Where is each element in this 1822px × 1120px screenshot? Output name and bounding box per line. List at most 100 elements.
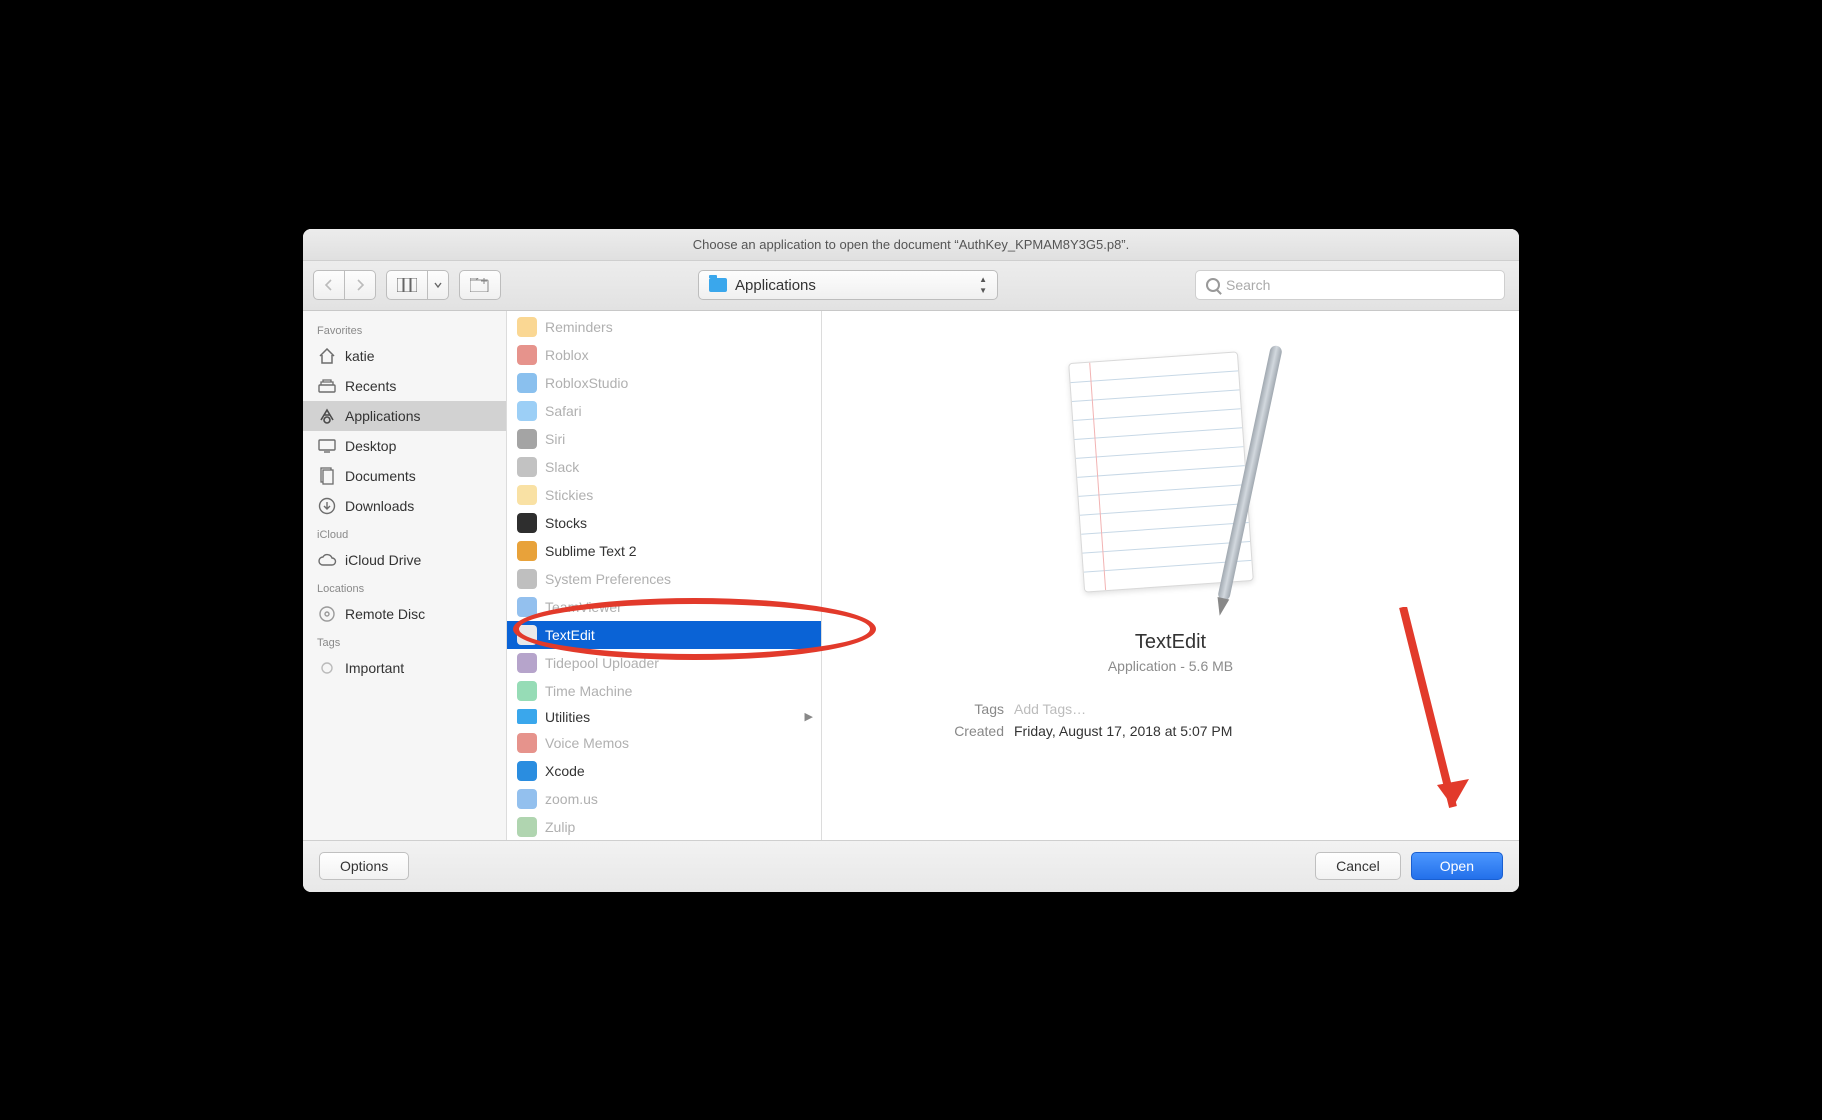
preview-pane: TextEdit Application - 5.6 MB Tags Add T…: [822, 311, 1519, 840]
folder-plus-icon: [470, 278, 490, 292]
app-icon: [517, 429, 537, 449]
column-view-button[interactable]: [386, 270, 428, 300]
app-row-reminders: Reminders: [507, 313, 821, 341]
app-row-system-preferences: System Preferences: [507, 565, 821, 593]
app-icon: [517, 761, 537, 781]
app-row-sublime-text-2[interactable]: Sublime Text 2: [507, 537, 821, 565]
forward-button[interactable]: [345, 270, 376, 300]
search-input[interactable]: [1226, 277, 1494, 293]
app-label: Zulip: [545, 819, 575, 835]
back-button[interactable]: [313, 270, 345, 300]
meta-value-tags[interactable]: Add Tags…: [1014, 701, 1467, 717]
app-label: Reminders: [545, 319, 613, 335]
sidebar-item-label: Recents: [345, 378, 396, 394]
docs-icon: [317, 466, 337, 486]
app-icon: [517, 569, 537, 589]
home-icon: [317, 346, 337, 366]
cancel-label: Cancel: [1336, 858, 1380, 874]
sidebar-heading-locations: Locations: [303, 575, 506, 599]
app-row-xcode[interactable]: Xcode: [507, 757, 821, 785]
app-icon: [517, 817, 537, 837]
app-label: Roblox: [545, 347, 589, 363]
app-icon: [517, 457, 537, 477]
app-row-slack: Slack: [507, 453, 821, 481]
app-label: Safari: [545, 403, 582, 419]
app-icon: [517, 513, 537, 533]
app-label: Time Machine: [545, 683, 632, 699]
app-row-siri: Siri: [507, 425, 821, 453]
app-row-textedit[interactable]: TextEdit: [507, 621, 821, 649]
app-row-zoom-us: zoom.us: [507, 785, 821, 813]
app-label: RobloxStudio: [545, 375, 628, 391]
app-icon: [517, 709, 537, 724]
app-icon: [517, 597, 537, 617]
app-label: Slack: [545, 459, 579, 475]
app-list[interactable]: Reminders Roblox RobloxStudio Safari Siri Sla…: [507, 311, 822, 840]
tagdot-icon: [317, 658, 337, 678]
sidebar-item-applications[interactable]: Applications: [303, 401, 506, 431]
app-label: System Preferences: [545, 571, 671, 587]
app-row-safari: Safari: [507, 397, 821, 425]
cancel-button[interactable]: Cancel: [1315, 852, 1401, 880]
sidebar-item-label: Remote Disc: [345, 606, 425, 622]
app-row-utilities[interactable]: Utilities▶: [507, 705, 821, 729]
toolbar: Applications ▲▼: [303, 261, 1519, 311]
columns-icon: [397, 278, 417, 292]
apps-icon: [317, 406, 337, 426]
app-icon: [517, 317, 537, 337]
options-button[interactable]: Options: [319, 852, 409, 880]
sidebar-heading-tags: Tags: [303, 629, 506, 653]
sidebar-item-label: Important: [345, 660, 404, 676]
app-row-robloxstudio: RobloxStudio: [507, 369, 821, 397]
sidebar-item-label: iCloud Drive: [345, 552, 421, 568]
meta-label-created: Created: [874, 723, 1004, 739]
app-label: TextEdit: [545, 627, 595, 643]
stepper-arrows-icon: ▲▼: [979, 275, 987, 295]
sidebar-heading-icloud: iCloud: [303, 521, 506, 545]
recents-icon: [317, 376, 337, 396]
app-icon: [517, 401, 537, 421]
app-label: Sublime Text 2: [545, 543, 637, 559]
preview-meta: Tags Add Tags… Created Friday, August 17…: [844, 698, 1497, 742]
group-button[interactable]: [459, 270, 501, 300]
sidebar-item-downloads[interactable]: Downloads: [303, 491, 506, 521]
titlebar: Choose an application to open the docume…: [303, 229, 1519, 261]
path-label: Applications: [735, 277, 816, 294]
open-button[interactable]: Open: [1411, 852, 1503, 880]
footer: Options Cancel Open: [303, 840, 1519, 892]
app-row-zulip: Zulip: [507, 813, 821, 840]
sidebar-item-recents[interactable]: Recents: [303, 371, 506, 401]
sidebar-item-important[interactable]: Important: [303, 653, 506, 683]
sidebar-item-desktop[interactable]: Desktop: [303, 431, 506, 461]
chevron-right-icon: [355, 279, 365, 291]
view-dropdown-button[interactable]: [428, 270, 449, 300]
app-icon: [517, 345, 537, 365]
meta-label-tags: Tags: [874, 701, 1004, 717]
app-icon: [517, 681, 537, 701]
chevron-left-icon: [324, 279, 334, 291]
app-icon: [517, 373, 537, 393]
sidebar-item-katie[interactable]: katie: [303, 341, 506, 371]
app-label: Voice Memos: [545, 735, 629, 751]
preview-title: TextEdit: [1135, 631, 1206, 654]
path-selector[interactable]: Applications ▲▼: [698, 270, 998, 300]
meta-value-created: Friday, August 17, 2018 at 5:07 PM: [1014, 723, 1467, 739]
content-area: Favorites katie Recents Applications Deskto…: [303, 311, 1519, 840]
sidebar-item-remote-disc[interactable]: Remote Disc: [303, 599, 506, 629]
app-label: TeamViewer: [545, 599, 622, 615]
sidebar-heading-favorites: Favorites: [303, 317, 506, 341]
folder-icon: [709, 278, 727, 292]
open-dialog: Choose an application to open the docume…: [303, 229, 1519, 892]
sidebar-item-label: Applications: [345, 408, 421, 424]
app-icon: [517, 733, 537, 753]
chevron-right-icon: ▶: [805, 710, 813, 723]
app-row-stocks[interactable]: Stocks: [507, 509, 821, 537]
sidebar-item-icloud-drive[interactable]: iCloud Drive: [303, 545, 506, 575]
preview-subtitle: Application - 5.6 MB: [1108, 658, 1233, 674]
sidebar-item-documents[interactable]: Documents: [303, 461, 506, 491]
disc-icon: [317, 604, 337, 624]
search-field[interactable]: [1195, 270, 1505, 300]
sidebar-item-label: Desktop: [345, 438, 396, 454]
app-label: Tidepool Uploader: [545, 655, 659, 671]
app-label: Stocks: [545, 515, 587, 531]
